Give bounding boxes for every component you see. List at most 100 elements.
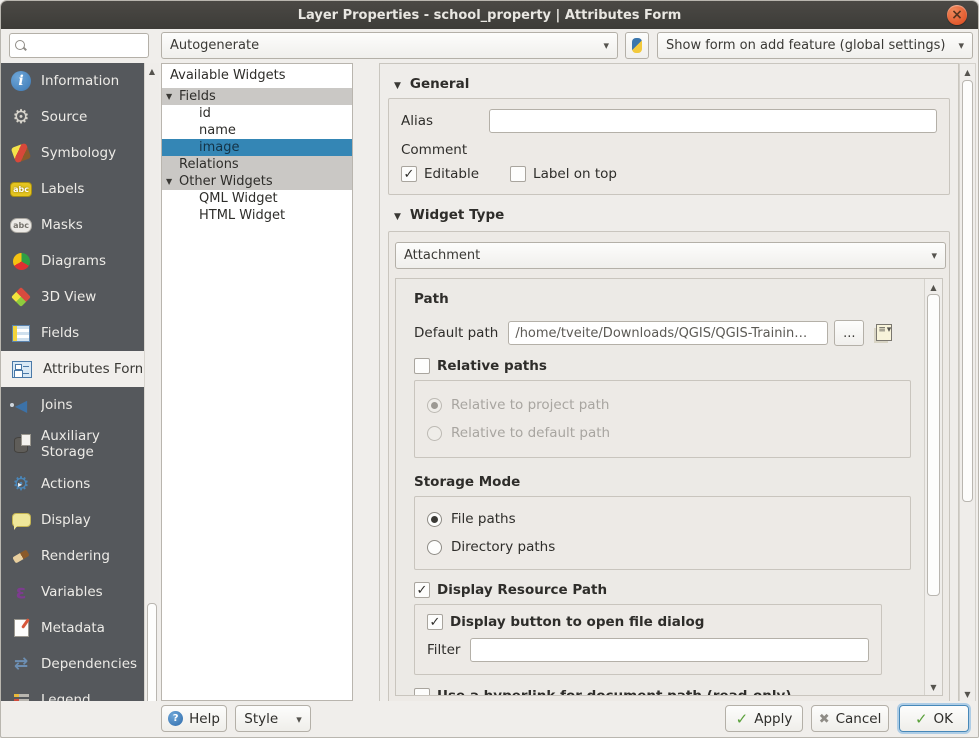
widget-type-section-header[interactable]: Widget Type [380,195,958,229]
close-icon[interactable] [947,5,967,25]
hyperlink-checkbox[interactable]: Use a hyperlink for document path (read-… [414,688,792,695]
file-paths-radio[interactable]: File paths [427,505,898,533]
default-path-input[interactable] [508,321,828,345]
sidebar: Information Source Symbology Labels Mask… [1,63,144,737]
tree-item-html-widget[interactable]: HTML Widget [162,207,352,224]
scroll-up-icon[interactable] [925,280,942,294]
display-resource-path-checkbox[interactable]: Display Resource Path [414,582,607,598]
expand-triangle-icon[interactable] [166,177,172,186]
auxiliary-storage-icon [10,434,32,456]
form-open-mode-dropdown[interactable]: Show form on add feature (global setting… [657,32,973,59]
editable-checkbox[interactable]: Editable [401,166,479,182]
tree-group-other-widgets[interactable]: Other Widgets [162,173,352,190]
data-defined-override-icon[interactable] [874,322,898,344]
sidebar-item-joins[interactable]: Joins [1,387,144,423]
search-input[interactable] [32,37,148,54]
joins-icon [10,394,32,416]
sidebar-item-attributes-form[interactable]: Attributes Form [1,351,144,387]
settings-scrollbar[interactable] [959,63,976,703]
x-icon [819,711,830,727]
python-init-button[interactable] [625,32,649,59]
actions-icon [10,473,32,495]
scroll-up-icon[interactable] [145,64,159,78]
radio-icon[interactable] [427,398,442,413]
metadata-icon [10,617,32,639]
display-open-file-dialog-checkbox[interactable]: Display button to open file dialog [427,614,704,630]
settings-panel: General Alias Comment Editable Label on … [379,63,959,703]
sidebar-item-source[interactable]: Source [1,99,144,135]
tree-item-image[interactable]: image [162,139,352,156]
radio-icon[interactable] [427,426,442,441]
scrollbar-thumb[interactable] [927,294,940,596]
label-on-top-checkbox[interactable]: Label on top [510,166,617,182]
scroll-up-icon[interactable] [960,65,975,79]
tree-group-fields[interactable]: Fields [162,88,352,105]
browse-button[interactable]: ... [834,320,864,346]
apply-button[interactable]: Apply [725,705,803,732]
checkbox-icon[interactable] [427,614,443,630]
sidebar-item-rendering[interactable]: Rendering [1,538,144,574]
expand-triangle-icon[interactable] [166,92,172,101]
sidebar-item-dependencies[interactable]: Dependencies [1,646,144,682]
radio-icon[interactable] [427,512,442,527]
fields-icon [10,322,32,344]
relative-paths-checkbox[interactable]: Relative paths [414,358,547,374]
python-icon [632,38,642,53]
widget-type-dropdown-value: Attachment [404,248,480,263]
checkbox-icon[interactable] [414,582,430,598]
checkbox-icon[interactable] [414,688,430,695]
sidebar-item-3d-view[interactable]: 3D View [1,279,144,315]
sidebar-item-labels[interactable]: Labels [1,171,144,207]
sidebar-item-display[interactable]: Display [1,502,144,538]
tree-item-name[interactable]: name [162,122,352,139]
cancel-button[interactable]: Cancel [811,705,889,732]
alias-input[interactable] [489,109,937,133]
layer-properties-dialog: Layer Properties - school_property | Att… [0,0,979,738]
checkbox-icon[interactable] [414,358,430,374]
tree-item-qml-widget[interactable]: QML Widget [162,190,352,207]
directory-paths-radio[interactable]: Directory paths [427,533,898,561]
filter-input[interactable] [470,638,869,662]
sidebar-item-fields[interactable]: Fields [1,315,144,351]
tree-item-id[interactable]: id [162,105,352,122]
chevron-down-icon [950,38,964,53]
sidebar-item-metadata[interactable]: Metadata [1,610,144,646]
chevron-down-icon [923,248,937,263]
help-button[interactable]: Help [161,705,227,732]
3d-view-icon [10,286,32,308]
radio-icon[interactable] [427,540,442,555]
scroll-down-icon[interactable] [960,687,975,701]
style-button[interactable]: Style [235,705,311,732]
sidebar-item-variables[interactable]: Variables [1,574,144,610]
sidebar-item-auxiliary-storage[interactable]: Auxiliary Storage [1,423,144,466]
collapse-triangle-icon[interactable] [394,76,401,92]
collapse-triangle-icon[interactable] [394,207,401,223]
scrollbar-thumb[interactable] [962,80,973,502]
variables-icon [10,581,32,603]
relative-to-project-path-radio[interactable]: Relative to project path [427,391,898,419]
sidebar-item-masks[interactable]: Masks [1,207,144,243]
storage-mode-group-box: File paths Directory paths [414,496,911,570]
checkbox-icon[interactable] [510,166,526,182]
checkbox-icon[interactable] [401,166,417,182]
autogenerate-dropdown[interactable]: Autogenerate [161,32,618,59]
ok-button[interactable]: OK [899,705,969,732]
general-section-header[interactable]: General [380,64,958,98]
alias-label: Alias [401,113,489,129]
sidebar-item-actions[interactable]: Actions [1,466,144,502]
sidebar-item-information[interactable]: Information [1,63,144,99]
titlebar[interactable]: Layer Properties - school_property | Att… [1,1,978,29]
relative-to-default-path-radio[interactable]: Relative to default path [427,419,898,447]
attributes-form-icon [12,361,32,378]
widget-type-dropdown[interactable]: Attachment [395,242,946,269]
rendering-icon [10,545,32,567]
scroll-down-icon[interactable] [925,680,942,694]
options-scrollbar[interactable] [924,279,942,695]
sidebar-item-diagrams[interactable]: Diagrams [1,243,144,279]
sidebar-item-symbology[interactable]: Symbology [1,135,144,171]
sidebar-scrollbar[interactable] [144,63,159,737]
tree-group-relations[interactable]: Relations [162,156,352,173]
check-icon [736,710,749,728]
symbology-icon [10,142,32,164]
storage-mode-header: Storage Mode [414,474,909,490]
